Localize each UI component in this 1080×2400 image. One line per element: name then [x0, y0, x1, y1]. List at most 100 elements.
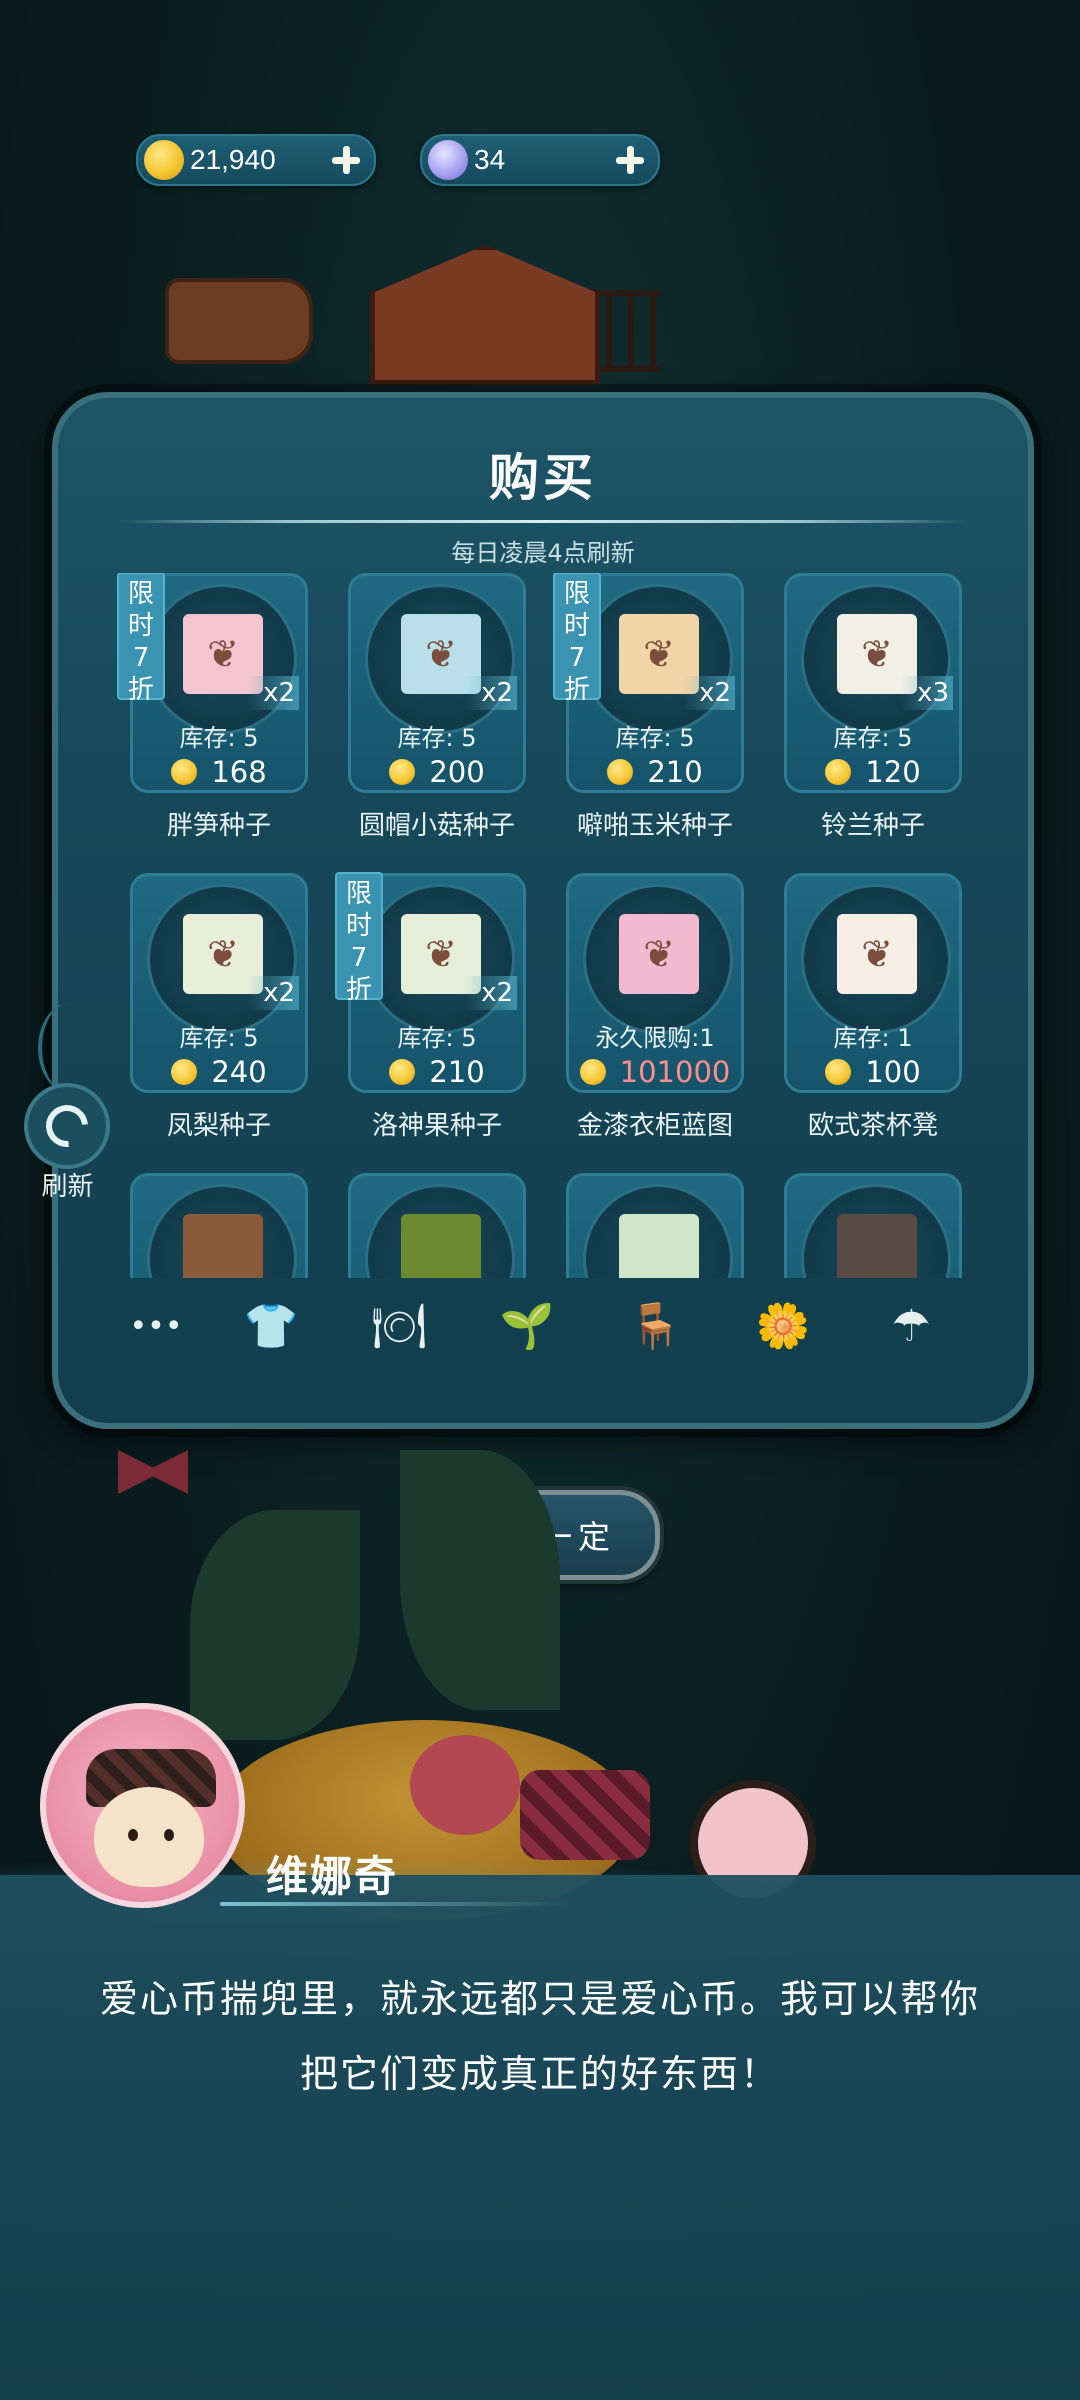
gold-coin-icon	[171, 1059, 198, 1085]
shop-item-card[interactable]	[784, 1173, 962, 1278]
add-moons-icon[interactable]	[612, 142, 648, 178]
avatar-eye	[164, 1829, 174, 1841]
shop-item-card[interactable]: ❦ 库存: 1 100	[784, 873, 962, 1093]
speaker-name: 维娜奇	[266, 1852, 399, 1901]
moon-balance: 34	[420, 134, 660, 186]
leaf-decor	[400, 1450, 560, 1710]
item-price: 240	[133, 1052, 305, 1092]
discount-badge-char: 限	[563, 579, 590, 609]
refresh-icon	[37, 1096, 97, 1156]
discount-badge-char: 7	[132, 643, 150, 673]
shop-item-card[interactable]: ❦ x3 库存: 5 120	[784, 573, 962, 793]
item-price-value: 200	[429, 755, 485, 789]
gold-coin-icon	[579, 1059, 606, 1085]
dialog-line-1: 爱心币揣兜里，就永远都只是爱心币。我可以帮你	[99, 1977, 980, 2021]
gold-coin-icon	[144, 140, 184, 180]
item-price: 210	[569, 752, 741, 792]
moon-token-icon	[428, 140, 468, 180]
item-stock: 永久限购:1	[595, 1024, 715, 1052]
item-name: 洛神果种子	[371, 1111, 502, 1141]
avatar-face	[94, 1787, 204, 1887]
speaker-underline	[220, 1902, 570, 1906]
title-divider	[118, 520, 968, 523]
refresh-button[interactable]	[24, 1083, 110, 1169]
item-stock: 库存: 5	[179, 724, 259, 752]
shop-item-card[interactable]	[566, 1173, 744, 1278]
item-price: 100	[787, 1052, 959, 1092]
item-price: 200	[351, 752, 523, 792]
item-stock: 库存: 5	[397, 724, 477, 752]
shop-item-card[interactable]: ❦ x2 库存: 5 210 限时 7 折	[553, 573, 744, 793]
clothing-icon[interactable]: 👕	[238, 1296, 304, 1358]
speaker-avatar	[40, 1703, 245, 1908]
discount-badge-char: 折	[563, 675, 590, 705]
pack-emblem-icon: ❦	[861, 932, 893, 976]
discount-badge-char: 时	[345, 911, 372, 941]
shop-item-card[interactable]	[130, 1173, 308, 1278]
item-quantity: x2	[465, 976, 517, 1010]
back-signboard[interactable]	[165, 278, 313, 364]
item-name: 圆帽小菇种子	[358, 811, 515, 841]
food-icon[interactable]: 🍽	[366, 1296, 432, 1358]
item-quantity: x3	[901, 676, 953, 710]
item-name: 凤梨种子	[166, 1111, 271, 1141]
shop-item-card[interactable]: ❦ x2 库存: 5 200	[348, 573, 526, 793]
refresh-label: 刷新	[41, 1172, 94, 1202]
item-name: 金漆衣柜蓝图	[576, 1111, 733, 1141]
shop-panel: 购买 每日凌晨4点刷新 ❦ x2 库存: 5 168 限时 7 折胖笋种子 ❦ x2 库存: 52…	[52, 392, 1034, 1429]
discount-badge: 限时7折	[117, 573, 165, 705]
item-grid[interactable]: ❦ x2 库存: 5 168 限时 7 折胖笋种子 ❦ x2 库存: 5 200 圆帽小菇种子 ❦ x2 库…	[58, 573, 1028, 1278]
seed-bag-icon[interactable]: 🌱	[494, 1296, 560, 1358]
shop-item-card[interactable]: ❦ x2 库存: 5 210 限时 7 折	[335, 872, 526, 1093]
discount-badge-char: 7	[568, 643, 586, 673]
shop-item-card[interactable]: ❦ x2 库存: 5 168 限时 7 折	[117, 573, 308, 793]
shop-item-card[interactable]: ❦ x2 库存: 5 240	[130, 873, 308, 1093]
item-name: 胖笋种子	[166, 811, 271, 841]
panel-title: 购买	[489, 449, 597, 507]
item-stock: 库存: 5	[397, 1024, 477, 1052]
discount-badge-char: 时	[127, 611, 154, 641]
gold-coin-icon	[389, 1059, 416, 1085]
item-stock: 库存: 1	[833, 1024, 913, 1052]
item-price: 101000	[569, 1052, 741, 1092]
discount-badge-char: 折	[127, 675, 154, 705]
more-icon[interactable]: •••	[123, 1296, 189, 1358]
item-name: 欧式茶杯凳	[807, 1111, 938, 1141]
gold-coin-icon	[389, 759, 416, 785]
item-price-value: 210	[647, 755, 703, 789]
item-price: 210	[351, 1052, 523, 1092]
discount-badge-char: 限	[127, 579, 154, 609]
gold-coin-icon	[607, 759, 634, 785]
gold-coin-icon	[825, 759, 852, 785]
gold-coin-icon	[825, 1059, 852, 1085]
item-thumbnail-icon	[619, 1214, 699, 1278]
discount-badge-char: 折	[345, 975, 372, 1005]
item-price-value: 101000	[619, 1055, 731, 1089]
berry-decor	[410, 1735, 520, 1835]
shop-item-card[interactable]: ❦ 永久限购:1 101000	[566, 873, 744, 1093]
coin-balance: 21,940	[136, 134, 376, 186]
item-quantity: x2	[465, 676, 517, 710]
item-thumbnail-icon	[183, 1214, 263, 1278]
category-tabbar: ••• 👕 🍽 🌱 🪑 🌼 ☂	[98, 1276, 988, 1376]
shop-item-card[interactable]	[348, 1173, 526, 1278]
umbrella-icon[interactable]: ☂	[878, 1296, 944, 1358]
item-stock: 库存: 5	[833, 724, 913, 752]
add-coins-icon[interactable]	[328, 142, 364, 178]
item-name: 铃兰种子	[820, 811, 925, 841]
discount-badge: 限时7折	[335, 872, 383, 1005]
item-stock: 库存: 5	[179, 1024, 259, 1052]
plant-icon[interactable]: 🌼	[750, 1296, 816, 1358]
shop-house-sign	[370, 245, 600, 385]
dialog-box[interactable]	[0, 1875, 1080, 2400]
item-price-value: 240	[211, 1055, 267, 1089]
item-price-value: 100	[865, 1055, 921, 1089]
item-quantity: x2	[683, 676, 735, 710]
item-price-value: 120	[865, 755, 921, 789]
item-name: 噼啪玉米种子	[576, 811, 733, 841]
refresh-hint: 每日凌晨4点刷新	[451, 539, 635, 567]
side-decor-arc	[38, 1003, 102, 1093]
item-stock: 库存: 5	[615, 724, 695, 752]
furniture-icon[interactable]: 🪑	[622, 1296, 688, 1358]
item-thumbnail-icon	[401, 1214, 481, 1278]
